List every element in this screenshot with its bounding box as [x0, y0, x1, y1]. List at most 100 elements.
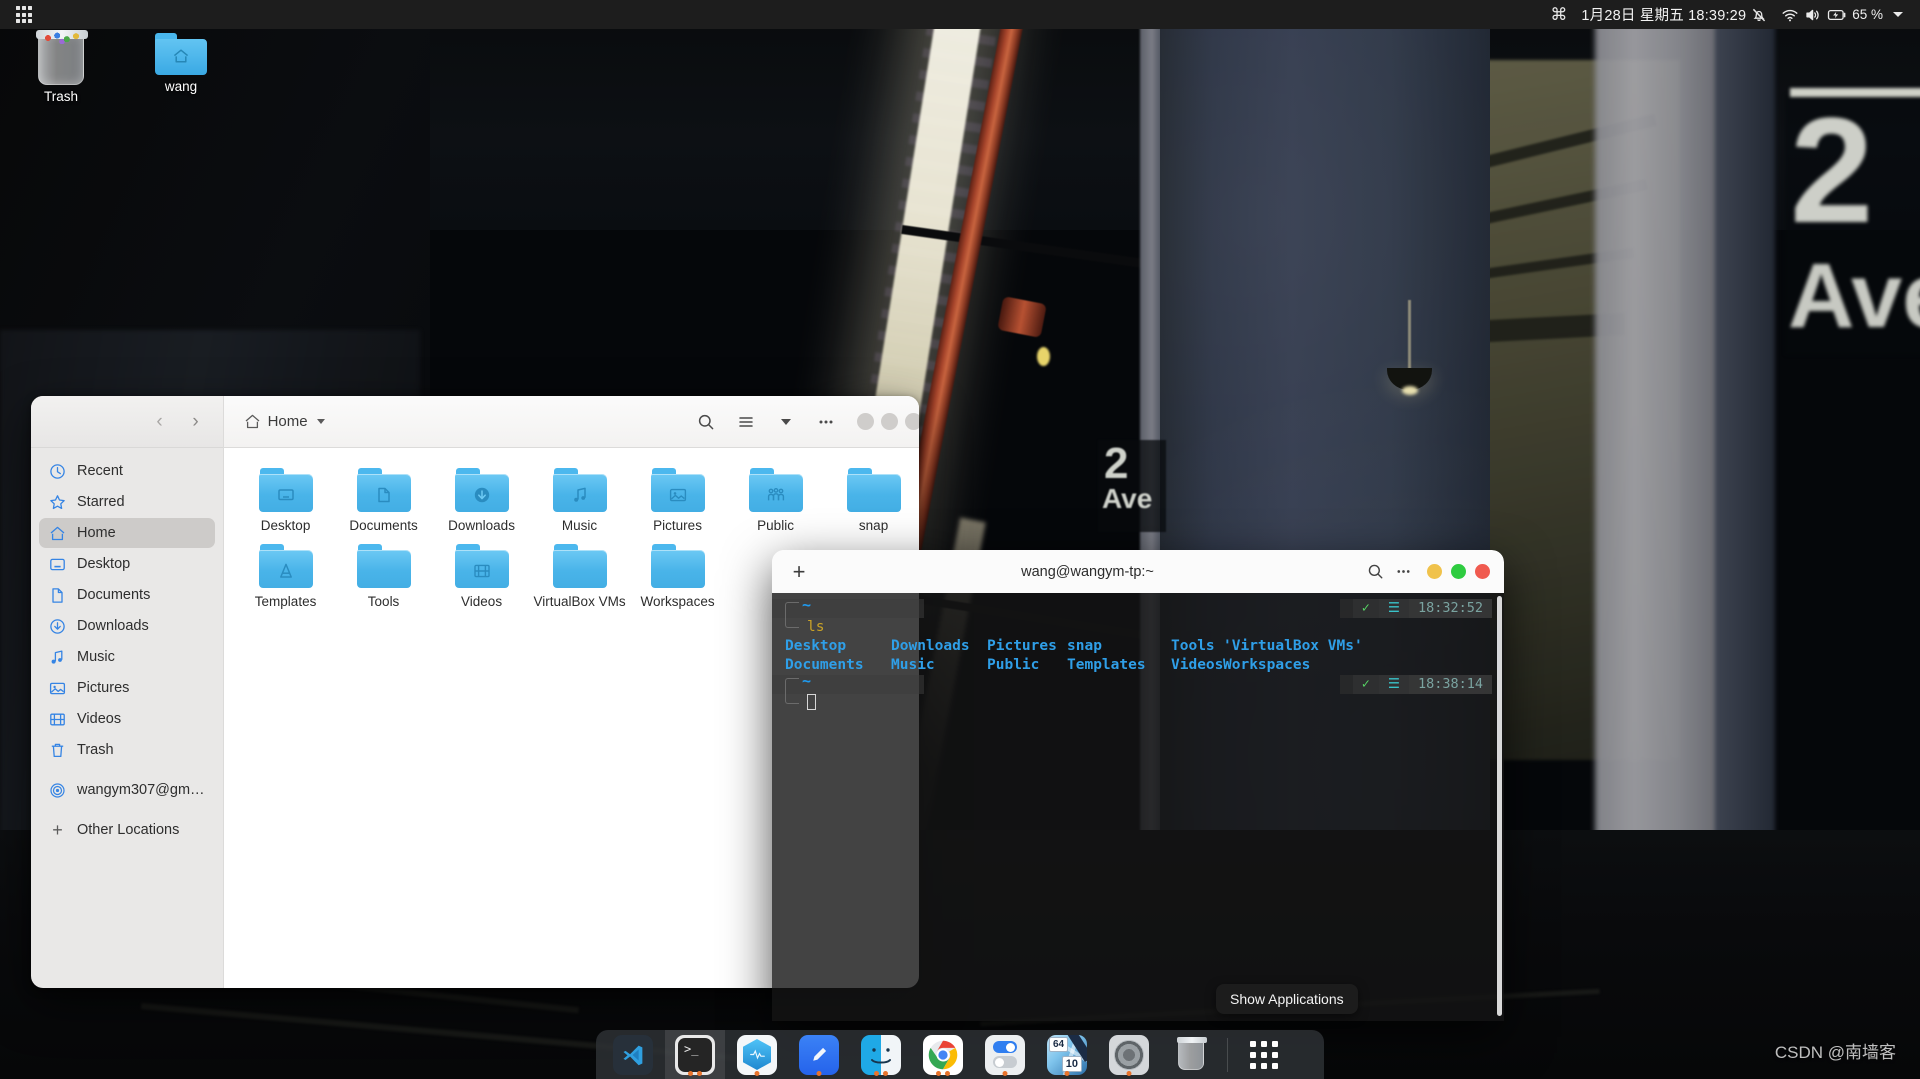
file-item[interactable]: Downloads [434, 466, 530, 534]
sidebar-item-other-locations[interactable]: + Other Locations [39, 815, 215, 845]
dock-item-hex-app[interactable] [727, 1030, 787, 1079]
window-minimize-button[interactable] [1427, 564, 1442, 579]
dock-item-terminal[interactable]: >_ [665, 1030, 725, 1079]
grid-apps-icon [1244, 1035, 1284, 1075]
top-bar: ⌘ 1月28日 星期五 18:39:29 65 % [0, 0, 1920, 29]
file-item[interactable]: Desktop [238, 466, 334, 534]
running-indicator [1126, 1071, 1132, 1076]
search-icon[interactable] [1361, 558, 1389, 586]
output-cell: Templates [1067, 657, 1146, 673]
chevron-down-icon [1893, 12, 1903, 17]
dock-item-vscode[interactable] [603, 1030, 663, 1079]
clock-button[interactable]: 1月28日 星期五 18:39:29 [1574, 0, 1774, 29]
dock-divider [1227, 1037, 1228, 1072]
running-indicator [754, 1071, 760, 1076]
file-name: Music [561, 518, 598, 533]
sidebar-item-music[interactable]: Music [39, 642, 215, 672]
dock-item-notes[interactable] [789, 1030, 849, 1079]
sidebar-item-trash[interactable]: Trash [39, 735, 215, 765]
desktop-icon-label: Trash [43, 89, 78, 104]
sidebar-item-label: Other Locations [77, 822, 180, 838]
folder-icon-pictures [650, 468, 705, 512]
terminal-body[interactable]: ~ ✓ ☰ 18:32:52 ls Desktop Downloads Pict… [772, 593, 1504, 1021]
maps-badge-bottom: 10 [1061, 1055, 1082, 1072]
folder-icon-videos [454, 544, 509, 588]
folder-icon-music [552, 468, 607, 512]
prompt-status-jobs: ☰ [1378, 599, 1409, 618]
dock-item-maps[interactable]: 64 10 [1037, 1030, 1097, 1079]
desktop-icon-wang[interactable]: wang [133, 33, 229, 94]
file-item[interactable]: Documents [336, 466, 432, 534]
dock-item-settings[interactable] [975, 1030, 1035, 1079]
sidebar-item-label: Trash [77, 742, 114, 758]
file-name: Templates [254, 594, 317, 609]
more-horizontal-icon[interactable] [1389, 558, 1417, 586]
sidebar-item-label: Videos [77, 711, 122, 727]
file-name: Videos [461, 594, 503, 609]
desktop-icon-trash[interactable]: Trash [13, 30, 109, 104]
sidebar-item-pictures[interactable]: Pictures [39, 673, 215, 703]
file-name: Desktop [260, 518, 311, 533]
prompt-status-ok: ✓ [1352, 675, 1379, 694]
window-maximize-button[interactable] [1451, 564, 1466, 579]
system-status-menu[interactable]: 65 % [1774, 0, 1910, 29]
folder-icon-documents [356, 468, 411, 512]
output-cell: Music [891, 657, 935, 673]
sidebar-places-list: Recent Starred Home Desktop Documents Do… [31, 448, 223, 988]
sidebar-item-account[interactable]: wangym307@gm… [39, 775, 215, 805]
file-item[interactable]: snap [826, 466, 919, 534]
terminal-prompt-line: ~ ✓ ☰ 18:38:14 [772, 672, 1504, 704]
file-item[interactable]: Videos [434, 542, 530, 610]
dock-item-trash[interactable] [1161, 1030, 1221, 1079]
terminal-command-line: ls [772, 618, 1504, 637]
file-item[interactable]: Templates [238, 542, 334, 610]
file-item[interactable]: Public [728, 466, 824, 534]
sidebar-item-recent[interactable]: Recent [39, 456, 215, 486]
running-indicator [1002, 1071, 1008, 1076]
activities-grid-icon[interactable] [9, 4, 39, 26]
dock-item-show-applications[interactable] [1234, 1030, 1294, 1079]
folder-icon-tools [356, 544, 411, 588]
dock-item-files-finder[interactable] [851, 1030, 911, 1079]
file-item[interactable]: VirtualBox VMs [532, 542, 628, 610]
sidebar-item-starred[interactable]: Starred [39, 487, 215, 517]
terminal-scrollbar[interactable] [1497, 596, 1502, 1016]
trash-icon [1171, 1035, 1211, 1075]
file-item[interactable]: Music [532, 466, 628, 534]
file-item[interactable]: Workspaces [630, 542, 726, 610]
new-tab-button[interactable]: + [784, 560, 814, 583]
terminal-input-line[interactable] [772, 694, 1504, 713]
dock-item-chrome[interactable] [913, 1030, 973, 1079]
more-horizontal-icon[interactable] [811, 407, 841, 437]
file-item[interactable]: Pictures [630, 466, 726, 534]
breadcrumb[interactable]: Home [236, 409, 333, 434]
window-minimize-button[interactable] [856, 413, 874, 430]
back-button[interactable]: ‹ [149, 411, 171, 433]
view-dropdown-icon[interactable] [771, 407, 801, 437]
wallpaper-sign-small-text: Ave [1102, 483, 1153, 514]
tooltip-show-applications: Show Applications [1216, 984, 1358, 1014]
wallpaper-sign-small-number: 2 [1104, 439, 1129, 488]
dock-item-system-prefs[interactable] [1099, 1030, 1159, 1079]
sidebar-item-home[interactable]: Home [39, 518, 215, 548]
file-item[interactable]: Tools [336, 542, 432, 610]
breadcrumb-label: Home [267, 413, 308, 430]
bell-muted-icon [1751, 7, 1767, 23]
sidebar-item-desktop[interactable]: Desktop [39, 549, 215, 579]
running-indicator [688, 1071, 702, 1076]
search-icon[interactable] [691, 407, 721, 437]
output-cell: 'VirtualBox VMs' [1223, 638, 1363, 654]
forward-button[interactable]: › [185, 411, 207, 433]
sidebar-item-downloads[interactable]: Downloads [39, 611, 215, 641]
window-close-button[interactable] [1475, 564, 1490, 579]
sidebar-item-documents[interactable]: Documents [39, 580, 215, 610]
list-view-icon[interactable] [731, 407, 761, 437]
trash-icon [36, 30, 88, 85]
sidebar-item-videos[interactable]: Videos [39, 704, 215, 734]
command-key-indicator[interactable]: ⌘ [1543, 0, 1574, 29]
output-cell: snap [1067, 638, 1102, 654]
file-manager-toolbar: Home [223, 396, 919, 448]
window-maximize-button[interactable] [880, 413, 898, 430]
watermark: CSDN @南墙客 [1774, 1043, 1896, 1062]
window-close-button[interactable] [904, 413, 919, 430]
